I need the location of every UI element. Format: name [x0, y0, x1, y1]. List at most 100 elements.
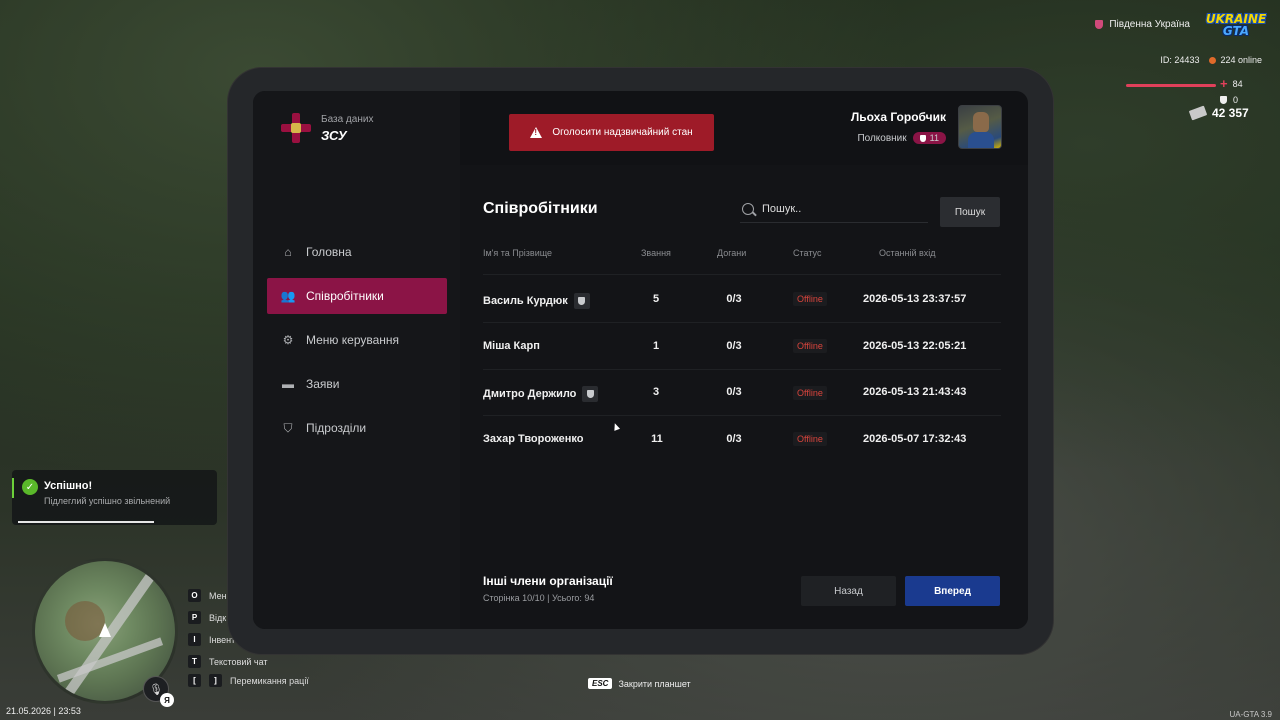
employee-name: Василь Курдюк [483, 294, 568, 307]
column-header-rank: Звання [641, 248, 671, 258]
employee-last-login: 2026-05-13 23:37:57 [863, 293, 967, 305]
emergency-button[interactable]: Оголосити надзвичайний стан [509, 114, 714, 151]
brand-org-label: ЗСУ [321, 127, 347, 143]
sidebar-item-applications[interactable]: ▬ Заяви [267, 366, 447, 402]
keybind-row: I Інвент [188, 633, 235, 646]
employee-rank: 1 [652, 340, 660, 352]
search-placeholder: Пошук.. [762, 202, 802, 215]
sidebar-item-label: Головна [306, 245, 352, 259]
status-badge: Offline [793, 292, 827, 306]
user-name: Льоха Горобчик [850, 110, 946, 124]
employee-reprimands: 0/3 [726, 293, 742, 305]
zsu-emblem-icon [281, 113, 311, 143]
rank-level: 11 [929, 133, 939, 143]
user-profile: Льоха Горобчик Полковник 11 [851, 105, 1002, 149]
server-label: Південна Україна [1095, 19, 1190, 30]
status-badge: Offline [793, 339, 827, 353]
status-badge: Offline [793, 432, 827, 446]
money-value: 42 357 [1212, 106, 1249, 120]
shield-icon: ⛉ [283, 420, 293, 435]
search-input[interactable]: Пошук.. [740, 195, 928, 223]
emergency-button-label: Оголосити надзвичайний стан [552, 127, 693, 138]
sidebar-item-label: Меню керування [306, 333, 400, 347]
keybind-row: P Відк [188, 611, 226, 624]
employees-panel: Співробітники Пошук.. Пошук Ім'я та Пріз… [460, 165, 1028, 629]
leader-shield-icon [573, 293, 590, 309]
gear-icon: ⚙ [282, 333, 294, 347]
main-area: Оголосити надзвичайний стан Льоха Горобч… [460, 91, 1028, 629]
health-icon: + [1220, 76, 1228, 91]
sidebar-item-control-menu[interactable]: ⚙ Меню керування [267, 322, 447, 358]
player-arrow-icon [99, 623, 111, 637]
divider [483, 322, 1001, 323]
health-bar [1126, 84, 1216, 87]
tablet: База даних ЗСУ ⌂ Головна 👥 Співробітники… [228, 68, 1053, 654]
keybind-label: Текстовий чат [209, 656, 268, 667]
search-button[interactable]: Пошук [940, 197, 1000, 227]
key-cap: P [188, 611, 201, 624]
keybind-row: T Текстовий чат [188, 655, 268, 668]
keybind-label: Перемикання рації [230, 675, 309, 686]
pagination-info: Сторінка 10/10 | Усього: 94 [483, 593, 595, 603]
table-row-name[interactable]: Василь Курдюк [483, 293, 590, 309]
sidebar-item-label: Підрозділи [306, 421, 367, 435]
key-cap: I [188, 633, 201, 646]
sidebar-item-home[interactable]: ⌂ Головна [267, 234, 447, 270]
key-cap: [ [188, 674, 201, 687]
game-version: UA-GTA 3.9 [1229, 710, 1272, 719]
close-tablet-hint: ESC Закрити планшет [588, 678, 691, 689]
esc-key: ESC [588, 678, 613, 689]
money-icon [1188, 105, 1208, 121]
checkmark-icon: ✓ [22, 479, 38, 495]
player-id-row: ID: 24433 224 online [1160, 55, 1262, 65]
sidebar-item-label: Співробітники [306, 289, 384, 303]
leader-shield-icon [582, 386, 599, 402]
key-cap: ] [209, 674, 222, 687]
employee-name: Міша Карп [483, 340, 540, 352]
keybind-row: O Мені [188, 589, 229, 602]
sidebar-item-divisions[interactable]: ⛉ Підрозділи [267, 410, 447, 446]
table-row-name[interactable]: Захар Твороженко [483, 433, 583, 445]
column-header-status: Статус [793, 248, 822, 258]
server-name: Південна Україна [1109, 19, 1190, 30]
tablet-screen: База даних ЗСУ ⌂ Головна 👥 Співробітники… [253, 91, 1028, 629]
notification-progress [18, 521, 154, 523]
online-count: 224 online [1220, 55, 1262, 65]
online-count-wrap: 224 online [1209, 55, 1262, 65]
back-button[interactable]: Назад [801, 576, 896, 606]
search-icon [742, 202, 754, 215]
employee-name: Захар Твороженко [483, 433, 584, 445]
table-row-name[interactable]: Міша Карп [483, 340, 540, 352]
money-indicator: 42 357 [1188, 105, 1249, 121]
user-rank: Полковник [857, 132, 907, 144]
divider [483, 415, 1001, 416]
mic-badge: Я [160, 693, 174, 707]
key-cap: O [188, 589, 201, 602]
armor-value: 0 [1233, 95, 1239, 105]
armor-icon [1220, 96, 1227, 104]
notification-title: Успішно! [44, 480, 93, 492]
game-logo: UKRAINE GTA [1206, 10, 1266, 40]
user-rank-row: Полковник 11 [851, 132, 946, 144]
employee-name: Дмитро Держило [483, 387, 577, 400]
status-badge: Offline [793, 386, 827, 400]
game-datetime: 21.05.2026 | 23:53 [6, 706, 81, 716]
keybind-label: Відк [209, 612, 227, 623]
player-id: ID: 24433 [1160, 55, 1200, 65]
notification-accent [12, 478, 14, 498]
brand: База даних ЗСУ [281, 113, 373, 143]
sidebar-item-employees[interactable]: 👥 Співробітники [267, 278, 447, 314]
employee-last-login: 2026-05-13 21:43:43 [863, 386, 967, 398]
users-icon: 👥 [280, 289, 296, 303]
next-button[interactable]: Вперед [905, 576, 1000, 606]
table-row-name[interactable]: Дмитро Держило [483, 386, 599, 402]
employee-rank: 11 [651, 433, 663, 445]
server-shield-icon [1095, 20, 1104, 29]
column-header-name: Ім'я та Прізвище [483, 248, 553, 258]
others-title: Інші члени організації [483, 574, 613, 588]
employee-reprimands: 0/3 [726, 340, 742, 352]
logo-text-bottom: GTA [1222, 24, 1250, 38]
home-icon: ⌂ [284, 245, 292, 259]
warning-icon [530, 127, 543, 138]
online-dot-icon [1209, 57, 1217, 64]
